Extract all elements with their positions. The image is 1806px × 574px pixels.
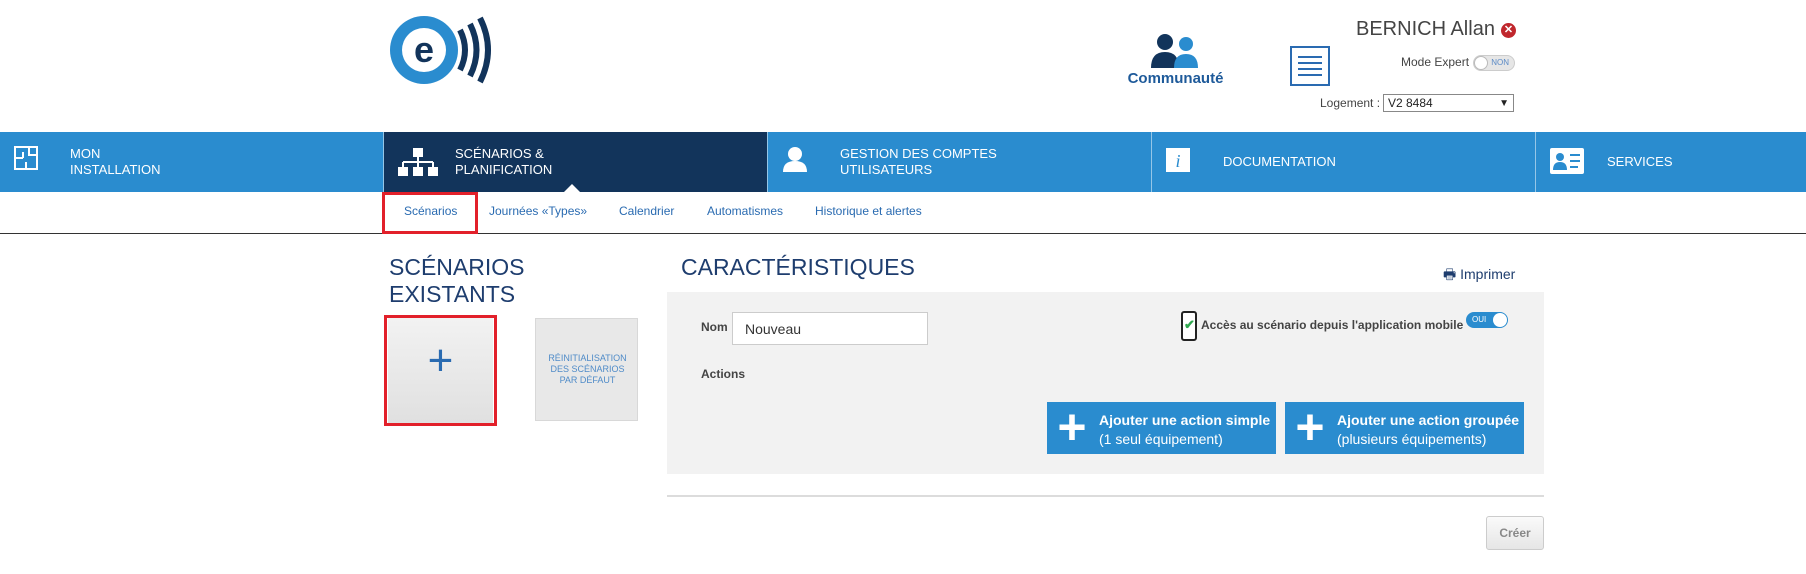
mode-expert-toggle[interactable]: NON [1473, 55, 1515, 71]
highlight-box-add [384, 315, 497, 426]
svg-text:e: e [414, 29, 434, 70]
grouped-action-title: Ajouter une action groupée [1337, 412, 1520, 428]
mobile-access-toggle-text: OUI [1472, 315, 1487, 324]
brand-logo[interactable]: e [388, 14, 498, 86]
main-nav: MON INSTALLATION SCÉNARIOS & PLANIFICATI… [0, 132, 1806, 193]
nav-label-installation: MON INSTALLATION [70, 146, 161, 177]
mobile-phone-icon: ✔ [1181, 311, 1197, 341]
plus-icon: + [1295, 399, 1325, 455]
nav-item-scenarios[interactable]: SCÉNARIOS & PLANIFICATION [384, 132, 767, 193]
name-label: Nom [701, 320, 728, 334]
logement-value: V2 8484 [1388, 96, 1433, 110]
document-list-icon[interactable] [1290, 46, 1330, 86]
logement-label: Logement : [1320, 96, 1381, 110]
characteristics-title: CARACTÉRISTIQUES [681, 254, 915, 280]
network-icon [398, 148, 438, 176]
highlight-box-scenarios-tab [382, 192, 478, 234]
reset-scenarios-label: RÉINITIALISATION DES SCÉNARIOS PAR DÉFAU… [548, 353, 627, 385]
subnav-journees-types[interactable]: Journées «Types» [489, 204, 587, 218]
nav-item-documentation[interactable]: i DOCUMENTATION [1152, 132, 1535, 192]
nav-label-documentation: DOCUMENTATION [1223, 154, 1336, 169]
existing-scenarios-title: SCÉNARIOS EXISTANTS [389, 254, 524, 308]
nav-label-services: SERVICES [1607, 154, 1673, 169]
nav-label-scenarios: SCÉNARIOS & PLANIFICATION [455, 146, 553, 177]
nav-label-comptes: GESTION DES COMPTES UTILISATEURS [840, 146, 997, 177]
grouped-action-subtitle: (plusieurs équipements) [1337, 431, 1487, 447]
reset-scenarios-button[interactable]: RÉINITIALISATION DES SCÉNARIOS PAR DÉFAU… [535, 318, 638, 421]
nav-item-installation[interactable]: MON INSTALLATION [0, 132, 383, 192]
mobile-access-toggle[interactable]: OUI [1466, 312, 1508, 328]
logout-icon[interactable]: ✕ [1501, 23, 1516, 38]
simple-action-title: Ajouter une action simple [1099, 412, 1271, 428]
plus-icon: + [1057, 399, 1087, 455]
divider [667, 495, 1544, 497]
printer-icon: 🖶 [1443, 266, 1457, 282]
info-icon: i [1166, 148, 1190, 172]
subnav-calendrier[interactable]: Calendrier [619, 204, 674, 218]
user-name: BERNICH Allan [1356, 18, 1495, 40]
user-icon [783, 147, 807, 172]
floorplan-icon [14, 146, 38, 170]
add-simple-action-button[interactable]: + Ajouter une action simple (1 seul équi… [1047, 402, 1276, 454]
nav-item-services[interactable]: SERVICES [1536, 132, 1806, 192]
create-button[interactable]: Créer [1486, 516, 1544, 550]
community-icon [1151, 34, 1198, 68]
mode-expert-label: Mode Expert [1401, 55, 1470, 69]
community-link[interactable]: Communauté [1118, 32, 1233, 92]
chevron-down-icon: ▼ [1499, 98, 1509, 109]
logement-select[interactable]: V2 8484 ▼ [1383, 94, 1514, 112]
check-icon: ✔ [1184, 317, 1195, 332]
mode-expert-toggle-text: NON [1491, 58, 1509, 67]
add-grouped-action-button[interactable]: + Ajouter une action groupée (plusieurs … [1285, 402, 1524, 454]
print-label: Imprimer [1460, 266, 1516, 282]
existing-scenarios-title-text: SCÉNARIOS EXISTANTS [389, 254, 525, 307]
actions-label: Actions [701, 367, 746, 381]
simple-action-subtitle: (1 seul équipement) [1099, 431, 1223, 447]
svg-text:i: i [1175, 151, 1180, 171]
scenario-name-input[interactable]: Nouveau [732, 312, 928, 345]
nav-item-comptes[interactable]: GESTION DES COMPTES UTILISATEURS [768, 132, 1151, 192]
id-card-icon [1550, 148, 1584, 174]
community-label: Communauté [1127, 70, 1224, 87]
sub-nav: Scénarios Journées «Types» Calendrier Au… [0, 192, 1806, 234]
mobile-access-label: Accès au scénario depuis l'application m… [1201, 318, 1464, 332]
subnav-automatismes[interactable]: Automatismes [707, 204, 783, 218]
subnav-historique[interactable]: Historique et alertes [815, 204, 922, 218]
print-link[interactable]: 🖶 Imprimer [1443, 264, 1515, 288]
